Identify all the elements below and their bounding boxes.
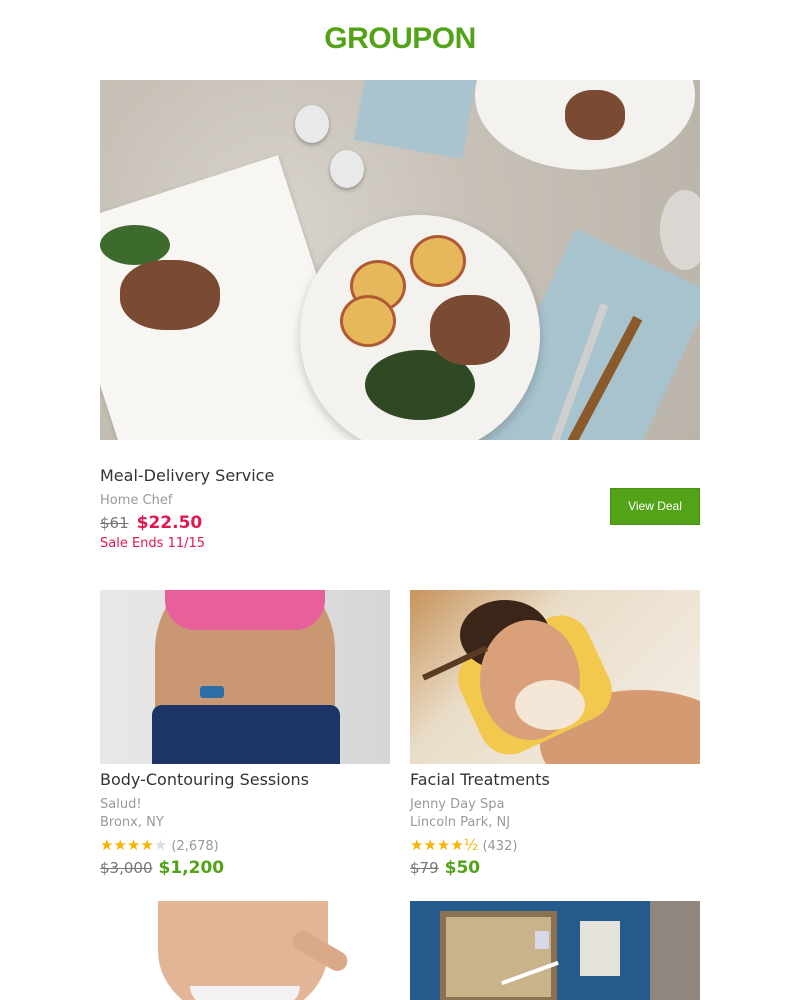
fitness-band-decor [200,686,224,698]
meal-delivery-image[interactable] [100,80,700,440]
deal-title[interactable]: Body-Contouring Sessions [100,770,309,789]
deal-title[interactable]: Facial Treatments [410,770,550,789]
potato-decor [340,295,396,347]
star-empty-icon: ★ [153,836,168,854]
greens-decor [100,225,170,265]
underwear-decor [190,986,300,1000]
star-icon: ★★★★½ [410,836,479,854]
review-count: (2,678) [171,839,219,854]
deal-merchant: Salud! [100,797,142,812]
napkin-decor [353,80,477,159]
treatment-room-image[interactable] [410,901,700,1000]
featured-new-price: $22.50 [136,513,203,533]
steak-decor [120,260,220,330]
featured-merchant: Home Chef [100,493,173,508]
steak-decor [565,90,625,140]
view-deal-button[interactable]: View Deal [610,488,700,525]
body-contouring-image[interactable] [100,590,390,764]
steak-decor [430,295,510,365]
poster-decor [535,931,549,949]
deal-price: $79 $50 [410,858,480,878]
star-icon: ★★★★ [100,836,154,854]
groupon-logo[interactable]: GROUPON [0,22,800,56]
mirror-decor [440,911,557,1000]
sale-ends-text: Sale Ends 11/15 [100,536,206,551]
deal-price: $3,000 $1,200 [100,858,224,878]
rating: ★★★★★ (2,678) [100,836,219,854]
deal-old-price: $79 [410,859,439,877]
featured-old-price: $61 [100,514,129,532]
facial-treatment-image[interactable] [410,590,700,764]
deal-location: Lincoln Park, NJ [410,815,511,830]
featured-deal-title[interactable]: Meal-Delivery Service [100,466,274,485]
deal-old-price: $3,000 [100,859,153,877]
mask-decor [515,680,585,730]
deal-new-price: $1,200 [158,858,225,878]
cabinet-decor [650,901,700,1000]
deal-merchant: Jenny Day Spa [410,797,505,812]
body-sculpting-image[interactable] [100,901,390,1000]
wall-art-decor [580,921,620,976]
potato-decor [410,235,466,287]
rating: ★★★★½ (432) [410,836,517,854]
pepper-shaker [330,150,364,188]
featured-price: $61 $22.50 [100,513,202,533]
shorts-decor [152,705,340,764]
sports-bra-decor [165,590,325,630]
deal-new-price: $50 [444,858,481,878]
salt-shaker [295,105,329,143]
review-count: (432) [482,839,518,854]
glass-decor [660,190,700,270]
deal-location: Bronx, NY [100,815,164,830]
